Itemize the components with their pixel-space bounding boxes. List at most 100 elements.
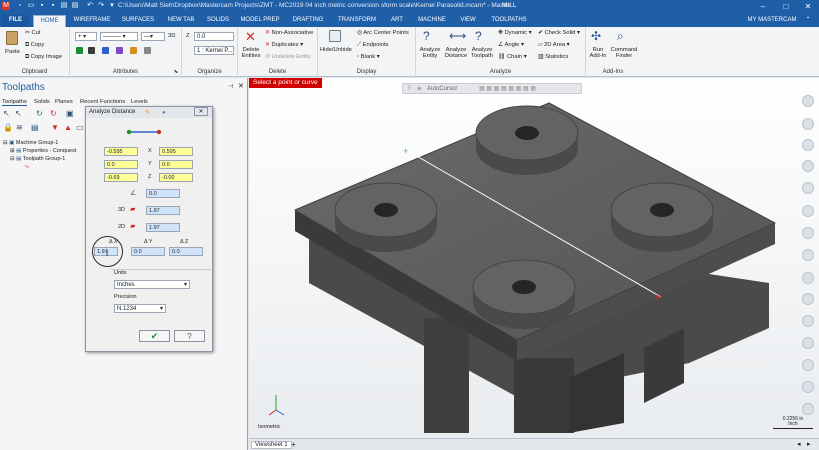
command-finder-button[interactable]: Command Finder bbox=[610, 47, 638, 59]
lock-icon[interactable]: 🔒 bbox=[3, 123, 13, 132]
dynamic-button[interactable]: ✥ Dynamic ▾ bbox=[498, 30, 532, 36]
p1-x-input[interactable]: -0.595 bbox=[104, 147, 138, 156]
my-mastercam-link[interactable]: MY MASTERCAM bbox=[746, 15, 798, 27]
backplot-icon[interactable]: ▣ bbox=[66, 109, 74, 118]
new-file-icon[interactable]: ▫ bbox=[16, 2, 24, 10]
copy-button[interactable]: ⧉ Copy bbox=[25, 42, 44, 49]
tab-toolpaths[interactable]: TOOLPATHS bbox=[486, 15, 532, 27]
hide-unhide-icon[interactable] bbox=[329, 30, 341, 42]
toggle-posting-icon[interactable]: ▤ bbox=[31, 123, 39, 132]
edit-icon[interactable]: ✎ bbox=[145, 108, 150, 119]
shaded-icon[interactable] bbox=[802, 249, 814, 261]
three-d-toggle[interactable]: 3D bbox=[168, 33, 175, 39]
undelete-entity-button[interactable]: ↺ Undelete Entity bbox=[265, 54, 311, 60]
analyze-toolpath-icon[interactable]: ? bbox=[475, 30, 482, 42]
pin-icon[interactable]: ⊣ bbox=[228, 83, 233, 90]
graphics-viewport[interactable]: Select a point or curve ⠿ ◈ AutoCursor ▦… bbox=[249, 78, 819, 438]
viewsheet-tab[interactable]: Viewsheet 1 bbox=[251, 441, 292, 449]
chain-button[interactable]: ⛓ Chain ▾ bbox=[498, 54, 527, 60]
dialog-close-button[interactable]: ✕ bbox=[194, 107, 208, 116]
tab-model-prep[interactable]: MODEL PREP bbox=[237, 15, 283, 27]
lp-tab-planes[interactable]: Planes bbox=[55, 99, 73, 105]
hide-unhide-button[interactable]: Hide/Unhide bbox=[320, 47, 352, 53]
solid-color-icon[interactable] bbox=[102, 47, 109, 54]
paste-button[interactable]: Paste bbox=[5, 49, 20, 55]
toggle-display-icon[interactable]: ≋ bbox=[16, 123, 23, 132]
clear-color-icon[interactable] bbox=[144, 47, 151, 54]
settings-icon[interactable] bbox=[802, 381, 814, 393]
dialog-help-button[interactable]: ? bbox=[174, 330, 205, 342]
move-up-icon[interactable]: ▲ bbox=[64, 123, 72, 132]
section-view-icon[interactable] bbox=[802, 293, 814, 305]
blank-button[interactable]: ▫ Blank ▾ bbox=[357, 54, 380, 60]
layout-icon[interactable] bbox=[802, 337, 814, 349]
clear-color-icon-2[interactable] bbox=[802, 205, 814, 217]
delete-entities-icon[interactable]: ✕ bbox=[245, 30, 256, 43]
delete-entities-button[interactable]: Delete Entities bbox=[240, 47, 262, 59]
p1-y-input[interactable]: 0.0 bbox=[104, 160, 138, 169]
line-color-icon[interactable] bbox=[88, 47, 95, 54]
analyze-distance-button[interactable]: Analyze Distance bbox=[443, 47, 469, 59]
maximize-button[interactable]: □ bbox=[775, 0, 797, 13]
area-2d-button[interactable]: ▱ 2D Area ▾ bbox=[538, 42, 570, 48]
analyze-entity-icon[interactable]: ? bbox=[423, 30, 430, 42]
print-preview-icon[interactable]: ▤ bbox=[71, 2, 79, 10]
print-icon[interactable]: ▤ bbox=[60, 2, 68, 10]
insert-arrow-icon[interactable]: ▭ bbox=[76, 123, 84, 132]
rotate-icon[interactable] bbox=[802, 139, 814, 151]
tab-wireframe[interactable]: WIREFRAME bbox=[70, 15, 114, 27]
tab-view[interactable]: VIEW bbox=[456, 15, 480, 27]
copy-image-button[interactable]: ⧉ Copy Image bbox=[25, 54, 62, 61]
redo-icon[interactable]: ↷ bbox=[97, 2, 105, 10]
select-all-icon[interactable]: ↖ bbox=[3, 109, 10, 118]
account-chevron-icon[interactable]: ⌃ bbox=[802, 15, 814, 27]
material-icon[interactable] bbox=[116, 47, 123, 54]
precision-select[interactable]: N.1234 ▾ bbox=[114, 304, 166, 313]
non-associative-button[interactable]: ✕ Non-Associative bbox=[265, 30, 313, 36]
analyze-distance-icon[interactable]: ⟷ bbox=[449, 30, 466, 42]
panel-close-icon[interactable]: ✕ bbox=[238, 82, 244, 90]
analyze-entity-button[interactable]: Analyze Entity bbox=[418, 47, 442, 59]
point-style-select[interactable]: + ▾ bbox=[75, 32, 97, 41]
tab-home[interactable]: HOME bbox=[33, 15, 66, 27]
check-solid-button[interactable]: ✔ Check Solid ▾ bbox=[538, 30, 580, 36]
command-finder-icon[interactable]: ⌕ bbox=[617, 30, 624, 42]
z-depth-input[interactable]: 0.0 bbox=[194, 32, 234, 41]
delete-icon[interactable] bbox=[802, 359, 814, 371]
scroll-right-icon[interactable]: ▸ bbox=[807, 440, 811, 448]
wireframe-shade-icon[interactable] bbox=[802, 227, 814, 239]
point-color-icon[interactable] bbox=[76, 47, 83, 54]
tab-drafting[interactable]: DRAFTING bbox=[288, 15, 328, 27]
analyze-toolpath-button[interactable]: Analyze Toolpath bbox=[469, 47, 495, 59]
p2-z-input[interactable]: -0.00 bbox=[159, 173, 193, 182]
tab-file[interactable]: FILE bbox=[2, 15, 29, 27]
lp-tab-solids[interactable]: Solids bbox=[34, 99, 50, 105]
attributes-launcher-icon[interactable]: ⬊ bbox=[174, 69, 178, 75]
tab-new-tab[interactable]: NEW TAB bbox=[163, 15, 199, 27]
cut-button[interactable]: ✂ Cut bbox=[25, 30, 41, 36]
ok-button[interactable]: ✔ bbox=[139, 330, 170, 342]
move-down-icon[interactable]: ▼ bbox=[51, 123, 59, 132]
tab-transform[interactable]: TRANSFORM bbox=[333, 15, 381, 27]
p1-z-input[interactable]: -0.69 bbox=[104, 173, 138, 182]
lp-tab-levels[interactable]: Levels bbox=[131, 99, 148, 105]
regenerate-icon[interactable]: ↻ bbox=[36, 109, 43, 118]
translucency-icon[interactable] bbox=[802, 272, 814, 284]
surface-color-icon[interactable] bbox=[130, 47, 137, 54]
add-viewsheet-icon[interactable]: + bbox=[291, 440, 296, 449]
select-failed-icon[interactable]: ↖ bbox=[15, 109, 22, 118]
tab-solids[interactable]: SOLIDS bbox=[203, 15, 233, 27]
angle-button[interactable]: ∠ Angle ▾ bbox=[498, 42, 524, 48]
fit-icon[interactable] bbox=[802, 118, 814, 130]
run-add-in-icon[interactable]: ✣ bbox=[591, 30, 601, 42]
endpoints-button[interactable]: ⟋ Endpoints bbox=[357, 42, 388, 49]
paste-icon[interactable] bbox=[6, 31, 18, 45]
open-file-icon[interactable]: ▭ bbox=[27, 2, 35, 10]
tree-machine-group[interactable]: ⊟ ▣ Machine Group-1 bbox=[3, 140, 58, 146]
no-entry-icon[interactable] bbox=[802, 403, 814, 415]
tree-properties[interactable]: ⊞ ▤ Properties - Conquest bbox=[10, 148, 76, 154]
regenerate-dirty-icon[interactable]: ↻ bbox=[50, 109, 57, 118]
close-button[interactable]: ✕ bbox=[797, 0, 819, 13]
p2-x-input[interactable]: 0.595 bbox=[159, 147, 193, 156]
save-icon[interactable]: ▪ bbox=[38, 2, 46, 10]
